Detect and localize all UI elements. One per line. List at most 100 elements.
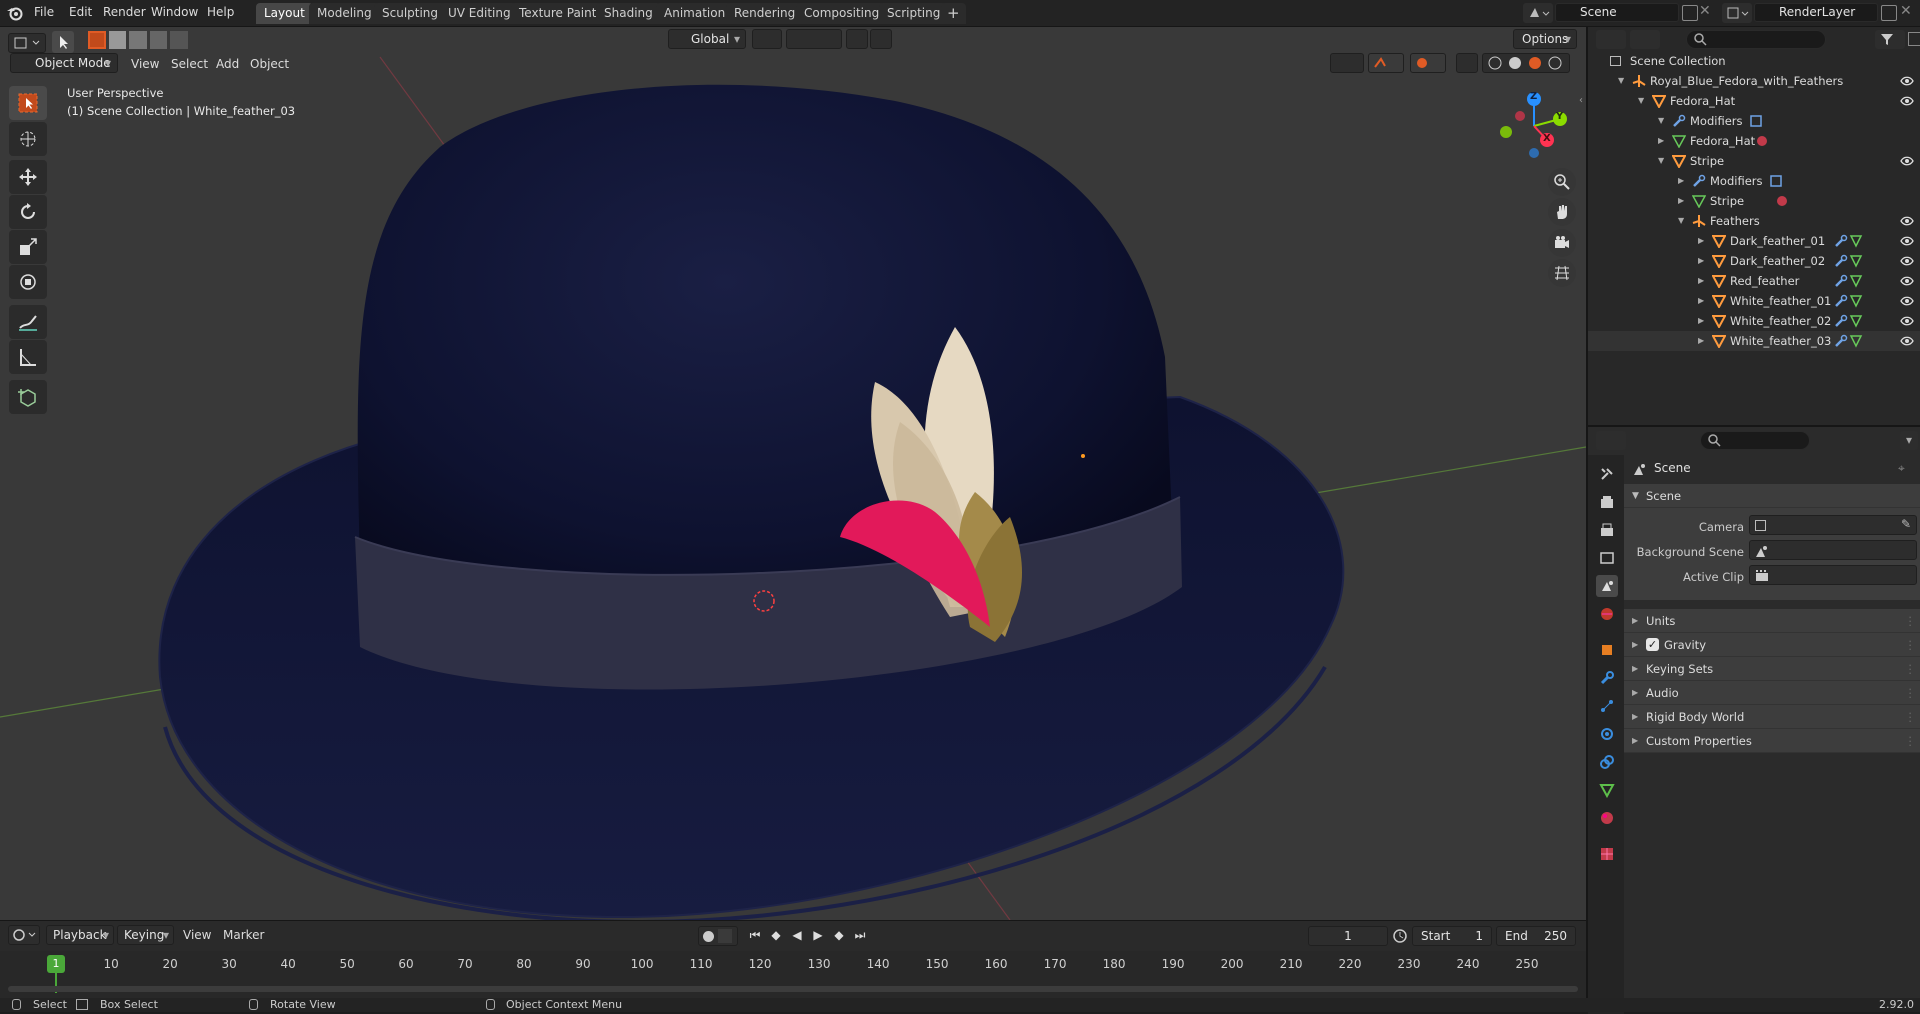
solid-shading-icon[interactable]: [1507, 55, 1523, 71]
chevron-right-icon[interactable]: ▶: [1698, 311, 1704, 331]
outliner-row[interactable]: ▼ Fedora_Hat: [1588, 91, 1920, 111]
options-dropdown[interactable]: Options ▾: [1513, 29, 1577, 49]
tab-sculpting[interactable]: Sculpting: [374, 3, 447, 24]
eye-icon[interactable]: [1900, 75, 1914, 87]
playhead-frame[interactable]: 1: [47, 955, 65, 973]
eye-icon[interactable]: [1900, 275, 1914, 287]
scale-tool[interactable]: [9, 230, 47, 264]
drag-handle-icon[interactable]: ⋮: [1905, 657, 1917, 681]
section-custom-properties[interactable]: ▶ Custom Properties ⋮: [1624, 729, 1920, 753]
display-mode-icon[interactable]: [1630, 30, 1660, 49]
navigation-gizmo[interactable]: Z Y X: [1490, 86, 1580, 166]
texture-tab-icon[interactable]: [1596, 843, 1618, 865]
perspective-toggle-icon[interactable]: [1548, 259, 1576, 287]
timeline-view-menu[interactable]: View: [183, 925, 211, 946]
outliner-row[interactable]: ▶ Fedora_Hat: [1588, 131, 1920, 151]
outliner-row[interactable]: ▶ White_feather_01: [1588, 291, 1920, 311]
tab-modeling[interactable]: Modeling: [309, 3, 380, 24]
eye-icon[interactable]: [1900, 95, 1914, 107]
chevron-right-icon[interactable]: ▶: [1698, 231, 1704, 251]
render-tab-icon[interactable]: [1596, 491, 1618, 513]
cursor-tool[interactable]: [9, 122, 47, 156]
outliner-row[interactable]: ▶ Stripe: [1588, 191, 1920, 211]
background-scene-field[interactable]: [1749, 540, 1917, 560]
active-clip-field[interactable]: [1749, 565, 1917, 585]
preview-range-icon[interactable]: [1392, 928, 1408, 944]
rotate-tool[interactable]: [9, 195, 47, 229]
eye-icon[interactable]: [1900, 155, 1914, 167]
chevron-right-icon[interactable]: ▶: [1698, 271, 1704, 291]
tab-texture-paint[interactable]: Texture Paint: [511, 3, 605, 24]
outliner-row[interactable]: ▼ Feathers: [1588, 211, 1920, 231]
visibility-icon[interactable]: [1330, 53, 1364, 73]
outliner-row[interactable]: ▼ Stripe: [1588, 151, 1920, 171]
delete-view-layer-icon[interactable]: ✕: [1900, 3, 1912, 19]
chevron-right-icon[interactable]: ▶: [1698, 331, 1704, 351]
tab-uv-editing[interactable]: UV Editing: [440, 3, 519, 24]
chevron-down-icon[interactable]: ▼: [1678, 211, 1684, 231]
eye-icon[interactable]: [1900, 255, 1914, 267]
gizmo-toggle-icon[interactable]: [1368, 53, 1404, 73]
menu-view[interactable]: View: [131, 54, 159, 75]
menu-select[interactable]: Select: [171, 54, 208, 75]
data-tab-icon[interactable]: [1596, 779, 1618, 801]
tab-animation[interactable]: Animation: [656, 3, 734, 24]
outliner-row[interactable]: ▼ Modifiers: [1588, 111, 1920, 131]
properties-search-input[interactable]: [1700, 431, 1810, 450]
outliner-row[interactable]: ▶ Dark_feather_02: [1588, 251, 1920, 271]
eye-icon[interactable]: [1900, 315, 1914, 327]
properties-editor-type-icon[interactable]: [1596, 431, 1626, 450]
world-tab-icon[interactable]: [1596, 603, 1618, 625]
transform-orientation-dropdown[interactable]: Global ▾: [668, 29, 746, 49]
chevron-right-icon[interactable]: ▶: [1698, 251, 1704, 271]
chevron-right-icon[interactable]: ▼: [1618, 71, 1624, 91]
jump-end-icon[interactable]: ⏭: [851, 928, 869, 943]
eye-icon[interactable]: [1900, 335, 1914, 347]
chevron-down-icon[interactable]: ▾: [1900, 431, 1918, 450]
drag-handle-icon[interactable]: ⋮: [1905, 681, 1917, 705]
prev-keyframe-icon[interactable]: ◆: [767, 928, 785, 943]
select-extend-icon[interactable]: [108, 31, 127, 49]
drag-handle-icon[interactable]: ⋮: [1905, 705, 1917, 729]
section-units[interactable]: ▶ Units ⋮: [1624, 609, 1920, 633]
constraints-tab-icon[interactable]: [1596, 751, 1618, 773]
chevron-down-icon[interactable]: ▼: [1658, 111, 1664, 131]
measure-tool[interactable]: [9, 340, 47, 374]
marker-menu[interactable]: Marker: [223, 925, 264, 946]
rendered-shading-icon[interactable]: [1547, 55, 1563, 71]
scene-tab-icon[interactable]: [1596, 575, 1618, 597]
add-workspace-button[interactable]: +: [941, 3, 966, 24]
particles-tab-icon[interactable]: [1596, 695, 1618, 717]
chevron-down-icon[interactable]: ▼: [1658, 151, 1664, 171]
pivot-point-icon[interactable]: [752, 29, 782, 49]
chevron-right-icon[interactable]: ▶: [1678, 171, 1684, 191]
select-intersect-icon[interactable]: [170, 31, 188, 49]
camera-field[interactable]: ✎: [1749, 515, 1917, 535]
tab-layout[interactable]: Layout: [256, 3, 313, 24]
new-scene-icon[interactable]: [1682, 5, 1698, 21]
eye-icon[interactable]: [1900, 295, 1914, 307]
annotate-tool[interactable]: [9, 305, 47, 339]
outliner-row[interactable]: ▶ Dark_feather_01: [1588, 231, 1920, 251]
xray-toggle-icon[interactable]: [1456, 53, 1478, 73]
physics-tab-icon[interactable]: [1596, 723, 1618, 745]
mode-dropdown[interactable]: Object Mode ▾: [10, 53, 118, 73]
end-frame-field[interactable]: End 250: [1496, 926, 1576, 946]
sidebar-toggle-icon[interactable]: ‹: [1579, 95, 1583, 106]
keying-dropdown[interactable]: Keying ▾: [117, 925, 174, 945]
eye-icon[interactable]: [1900, 235, 1914, 247]
select-tool-icon[interactable]: [52, 31, 74, 53]
view-layer-field[interactable]: RenderLayer: [1754, 3, 1878, 22]
menu-add[interactable]: Add: [216, 54, 239, 75]
menu-render[interactable]: Render: [103, 5, 146, 19]
zoom-icon[interactable]: [1548, 168, 1576, 196]
outliner-row[interactable]: ▶ Modifiers: [1588, 171, 1920, 191]
outliner-row[interactable]: ▶ White_feather_02: [1588, 311, 1920, 331]
object-tab-icon[interactable]: [1596, 639, 1618, 661]
tab-compositing[interactable]: Compositing: [796, 3, 888, 24]
scene-selector-icon[interactable]: [1523, 3, 1553, 23]
chevron-right-icon[interactable]: ▶: [1658, 131, 1664, 151]
outliner-row-scene-collection[interactable]: Scene Collection: [1588, 51, 1920, 71]
scene-name-field[interactable]: Scene: [1555, 3, 1679, 22]
play-reverse-icon[interactable]: ◀: [788, 928, 806, 943]
